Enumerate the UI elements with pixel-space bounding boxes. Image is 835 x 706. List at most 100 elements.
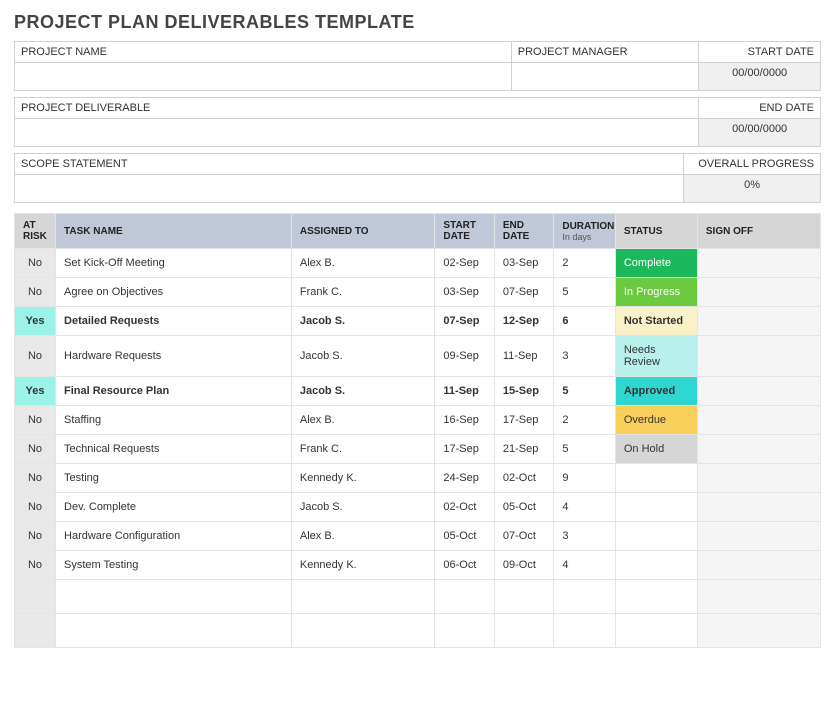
- input-project-deliverable[interactable]: [15, 119, 699, 147]
- cell-sign-off[interactable]: [697, 551, 820, 580]
- cell-sign-off[interactable]: [697, 249, 820, 278]
- cell-assigned-to[interactable]: Jacob S.: [291, 307, 435, 336]
- cell-task-name[interactable]: Staffing: [56, 406, 292, 435]
- cell-empty[interactable]: [554, 580, 616, 614]
- cell-empty[interactable]: [15, 580, 56, 614]
- cell-empty[interactable]: [435, 580, 494, 614]
- cell-empty[interactable]: [291, 580, 435, 614]
- cell-status[interactable]: [615, 464, 697, 493]
- cell-assigned-to[interactable]: Jacob S.: [291, 493, 435, 522]
- cell-start-date[interactable]: 16-Sep: [435, 406, 494, 435]
- cell-sign-off[interactable]: [697, 377, 820, 406]
- cell-status[interactable]: [615, 522, 697, 551]
- cell-duration[interactable]: 5: [554, 377, 616, 406]
- cell-at-risk[interactable]: No: [15, 336, 56, 377]
- cell-status[interactable]: Approved: [615, 377, 697, 406]
- cell-end-date[interactable]: 09-Oct: [494, 551, 553, 580]
- cell-at-risk[interactable]: No: [15, 551, 56, 580]
- cell-status[interactable]: In Progress: [615, 278, 697, 307]
- cell-status[interactable]: [615, 551, 697, 580]
- cell-start-date[interactable]: 11-Sep: [435, 377, 494, 406]
- cell-assigned-to[interactable]: Frank C.: [291, 435, 435, 464]
- cell-end-date[interactable]: 11-Sep: [494, 336, 553, 377]
- cell-task-name[interactable]: Final Resource Plan: [56, 377, 292, 406]
- cell-empty[interactable]: [435, 614, 494, 648]
- cell-task-name[interactable]: Dev. Complete: [56, 493, 292, 522]
- cell-start-date[interactable]: 02-Sep: [435, 249, 494, 278]
- cell-empty[interactable]: [697, 580, 820, 614]
- cell-duration[interactable]: 4: [554, 551, 616, 580]
- cell-sign-off[interactable]: [697, 336, 820, 377]
- input-scope-statement[interactable]: [15, 175, 684, 203]
- cell-sign-off[interactable]: [697, 435, 820, 464]
- cell-empty[interactable]: [615, 614, 697, 648]
- cell-empty[interactable]: [615, 580, 697, 614]
- cell-at-risk[interactable]: No: [15, 406, 56, 435]
- cell-duration[interactable]: 3: [554, 522, 616, 551]
- cell-at-risk[interactable]: No: [15, 435, 56, 464]
- cell-empty[interactable]: [56, 580, 292, 614]
- cell-at-risk[interactable]: No: [15, 278, 56, 307]
- cell-duration[interactable]: 2: [554, 406, 616, 435]
- cell-status[interactable]: Complete: [615, 249, 697, 278]
- cell-task-name[interactable]: Agree on Objectives: [56, 278, 292, 307]
- cell-task-name[interactable]: Testing: [56, 464, 292, 493]
- cell-empty[interactable]: [697, 614, 820, 648]
- cell-duration[interactable]: 6: [554, 307, 616, 336]
- cell-at-risk[interactable]: Yes: [15, 377, 56, 406]
- cell-empty[interactable]: [291, 614, 435, 648]
- cell-end-date[interactable]: 15-Sep: [494, 377, 553, 406]
- cell-at-risk[interactable]: No: [15, 249, 56, 278]
- cell-sign-off[interactable]: [697, 406, 820, 435]
- cell-status[interactable]: Needs Review: [615, 336, 697, 377]
- cell-task-name[interactable]: Hardware Requests: [56, 336, 292, 377]
- input-end-date[interactable]: 00/00/0000: [699, 119, 821, 147]
- cell-empty[interactable]: [554, 614, 616, 648]
- cell-start-date[interactable]: 09-Sep: [435, 336, 494, 377]
- cell-end-date[interactable]: 17-Sep: [494, 406, 553, 435]
- cell-task-name[interactable]: Detailed Requests: [56, 307, 292, 336]
- input-project-name[interactable]: [15, 63, 512, 91]
- cell-empty[interactable]: [56, 614, 292, 648]
- cell-at-risk[interactable]: No: [15, 464, 56, 493]
- cell-empty[interactable]: [494, 614, 553, 648]
- cell-sign-off[interactable]: [697, 522, 820, 551]
- cell-status[interactable]: Overdue: [615, 406, 697, 435]
- cell-start-date[interactable]: 06-Oct: [435, 551, 494, 580]
- cell-assigned-to[interactable]: Kennedy K.: [291, 551, 435, 580]
- cell-sign-off[interactable]: [697, 464, 820, 493]
- cell-at-risk[interactable]: No: [15, 522, 56, 551]
- cell-status[interactable]: On Hold: [615, 435, 697, 464]
- input-project-manager[interactable]: [511, 63, 699, 91]
- cell-start-date[interactable]: 05-Oct: [435, 522, 494, 551]
- cell-status[interactable]: [615, 493, 697, 522]
- cell-duration[interactable]: 5: [554, 435, 616, 464]
- cell-duration[interactable]: 4: [554, 493, 616, 522]
- cell-duration[interactable]: 5: [554, 278, 616, 307]
- cell-end-date[interactable]: 07-Sep: [494, 278, 553, 307]
- cell-duration[interactable]: 9: [554, 464, 616, 493]
- cell-end-date[interactable]: 03-Sep: [494, 249, 553, 278]
- cell-end-date[interactable]: 02-Oct: [494, 464, 553, 493]
- cell-at-risk[interactable]: No: [15, 493, 56, 522]
- cell-start-date[interactable]: 24-Sep: [435, 464, 494, 493]
- cell-start-date[interactable]: 03-Sep: [435, 278, 494, 307]
- cell-assigned-to[interactable]: Alex B.: [291, 406, 435, 435]
- cell-sign-off[interactable]: [697, 493, 820, 522]
- cell-empty[interactable]: [15, 614, 56, 648]
- cell-sign-off[interactable]: [697, 278, 820, 307]
- cell-start-date[interactable]: 17-Sep: [435, 435, 494, 464]
- cell-start-date[interactable]: 02-Oct: [435, 493, 494, 522]
- cell-sign-off[interactable]: [697, 307, 820, 336]
- cell-assigned-to[interactable]: Alex B.: [291, 249, 435, 278]
- cell-task-name[interactable]: Set Kick-Off Meeting: [56, 249, 292, 278]
- cell-assigned-to[interactable]: Frank C.: [291, 278, 435, 307]
- cell-assigned-to[interactable]: Alex B.: [291, 522, 435, 551]
- cell-assigned-to[interactable]: Jacob S.: [291, 336, 435, 377]
- cell-duration[interactable]: 3: [554, 336, 616, 377]
- cell-empty[interactable]: [494, 580, 553, 614]
- cell-at-risk[interactable]: Yes: [15, 307, 56, 336]
- cell-start-date[interactable]: 07-Sep: [435, 307, 494, 336]
- cell-status[interactable]: Not Started: [615, 307, 697, 336]
- cell-end-date[interactable]: 05-Oct: [494, 493, 553, 522]
